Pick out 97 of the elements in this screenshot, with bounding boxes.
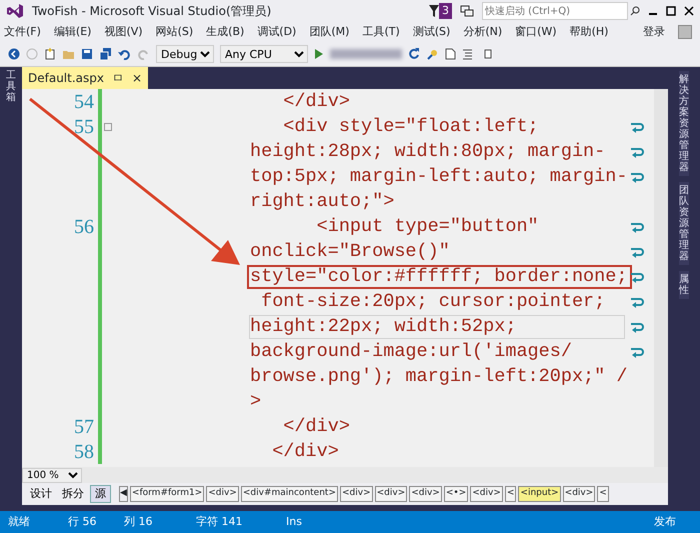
code-line: height:22px; width:52px; (250, 316, 624, 338)
menu-item[interactable]: 工具(T) (362, 24, 400, 40)
app-logo-icon (6, 3, 24, 19)
menu-item[interactable]: 分析(N) (463, 24, 502, 40)
menu-item[interactable]: 窗口(W) (515, 24, 557, 40)
breadcrumb-item[interactable]: <div> (562, 486, 596, 502)
flag-icon[interactable] (429, 5, 439, 17)
search-icon[interactable] (630, 6, 640, 16)
status-text: 就绪 (7, 514, 31, 530)
breadcrumb-item[interactable]: <div> (470, 486, 503, 502)
breadcrumb-item[interactable]: <div> (374, 486, 408, 502)
quick-launch-field[interactable]: 快速启动 (Ctrl+Q) (482, 2, 628, 20)
line-number: 54 (74, 90, 94, 112)
breadcrumb-item[interactable]: <div> (340, 486, 373, 502)
code-line: > (250, 390, 262, 412)
close-button[interactable]: × (132, 69, 142, 87)
code-line: top:5px; margin-left:auto; margin- (250, 166, 628, 188)
maximize-icon[interactable] (666, 6, 676, 16)
code-line: background-image:url('images/ (250, 340, 572, 362)
pin-button[interactable]: ㅁ (112, 69, 124, 87)
line-number: 55 (74, 116, 94, 138)
panel-tab[interactable]: 属性 (679, 271, 689, 299)
menu-item[interactable]: 帮助(H) (570, 24, 608, 40)
zoom-dropdown[interactable]: 100 % (22, 468, 82, 482)
document-tab[interactable]: Default.aspx ㅁ × (22, 67, 148, 89)
code-line: browse.png'); margin-left:20px;" / (250, 366, 628, 388)
status-text: 行 56 (67, 514, 98, 530)
new-project-icon[interactable] (44, 48, 56, 60)
scroll-left-button[interactable]: ◀ (119, 486, 128, 502)
status-text: 字符 141 (195, 514, 244, 530)
panel-tab[interactable]: 解决方案资源管理器 (679, 71, 689, 176)
line-number: 57 (74, 416, 94, 438)
toolbox-tab[interactable]: 工具箱 (6, 67, 16, 106)
breadcrumb-item[interactable]: <form#form1> (130, 486, 204, 502)
word-wrap-icon (630, 320, 644, 332)
code-line: </div> (282, 90, 350, 112)
word-wrap-icon (630, 246, 644, 258)
refresh-icon[interactable] (408, 48, 420, 60)
word-wrap-icon (630, 346, 644, 358)
menu-item[interactable]: 文件(F) (4, 24, 41, 40)
vertical-scrollbar[interactable] (654, 89, 668, 467)
highlighted-code-line: style="color:#ffffff; border:none; (248, 266, 632, 288)
word-wrap-icon (630, 170, 644, 182)
breadcrumb-item[interactable]: <•> (444, 486, 468, 502)
window-title: TwoFish - Microsoft Visual Studio(管理员) (32, 3, 272, 20)
view-tab[interactable]: 设计 (26, 486, 56, 502)
play-icon[interactable] (314, 48, 324, 60)
code-line: font-size:20px; cursor:pointer; (260, 290, 606, 312)
word-wrap-icon (630, 220, 644, 232)
sign-in-link[interactable]: 登录 (643, 24, 665, 40)
menu-item[interactable]: 调试(D) (257, 24, 296, 40)
close-icon[interactable] (684, 6, 694, 16)
menu-item[interactable]: 编辑(E) (54, 24, 92, 40)
list-icon[interactable] (462, 48, 473, 60)
platform-dropdown[interactable]: Any CPU (220, 45, 308, 63)
menu-item[interactable]: 生成(B) (206, 24, 244, 40)
status-text: Ins (285, 514, 303, 530)
line-number: 56 (74, 216, 94, 238)
tab-label: Default.aspx (28, 70, 104, 87)
document-icon[interactable] (445, 48, 456, 60)
status-text: 列 16 (123, 514, 154, 530)
find-icon[interactable] (426, 48, 439, 60)
view-tab[interactable]: 源 (90, 484, 111, 504)
view-tab[interactable]: 拆分 (58, 486, 88, 502)
breadcrumb-item[interactable]: < (597, 486, 609, 502)
configuration-dropdown[interactable]: Debug (156, 45, 214, 63)
word-wrap-icon (630, 120, 644, 132)
code-editor[interactable] (22, 89, 668, 467)
menu-item[interactable]: 网站(S) (156, 24, 194, 40)
feedback-icon[interactable] (460, 5, 474, 17)
word-wrap-icon (630, 146, 644, 158)
undo-icon[interactable] (118, 48, 131, 60)
notification-count[interactable]: 3 (439, 2, 452, 20)
word-wrap-icon (630, 270, 644, 282)
breadcrumb-item[interactable]: <div> (409, 486, 442, 502)
publish-button[interactable]: 发布 (654, 514, 676, 530)
back-icon[interactable] (8, 48, 20, 60)
save-icon[interactable] (81, 48, 93, 60)
blurred-region (330, 49, 402, 59)
code-line: onclick="Browse()" (250, 240, 450, 262)
save-all-icon[interactable] (99, 48, 112, 60)
code-line: </div> (282, 416, 350, 438)
menu-item[interactable]: 测试(S) (412, 24, 450, 40)
breadcrumb-item[interactable]: < (504, 486, 516, 502)
menu-item[interactable]: 视图(V) (104, 24, 143, 40)
code-line: <div style="float:left; (282, 116, 539, 138)
menu-item[interactable]: 团队(M) (309, 24, 350, 40)
line-number: 58 (74, 440, 94, 462)
code-line: height:28px; width:80px; margin- (250, 140, 606, 162)
breadcrumb-item[interactable]: <div#maincontent> (240, 486, 338, 502)
panel-tab[interactable]: 团队资源管理器 (679, 182, 689, 265)
code-line: <input type="button" (316, 216, 539, 238)
code-line: right:auto;"> (250, 190, 394, 212)
code-line: </div> (271, 440, 339, 462)
breadcrumb-item[interactable]: <div> (206, 486, 239, 502)
word-wrap-icon (630, 296, 644, 308)
breadcrumb-item[interactable]: <input> (518, 486, 561, 502)
